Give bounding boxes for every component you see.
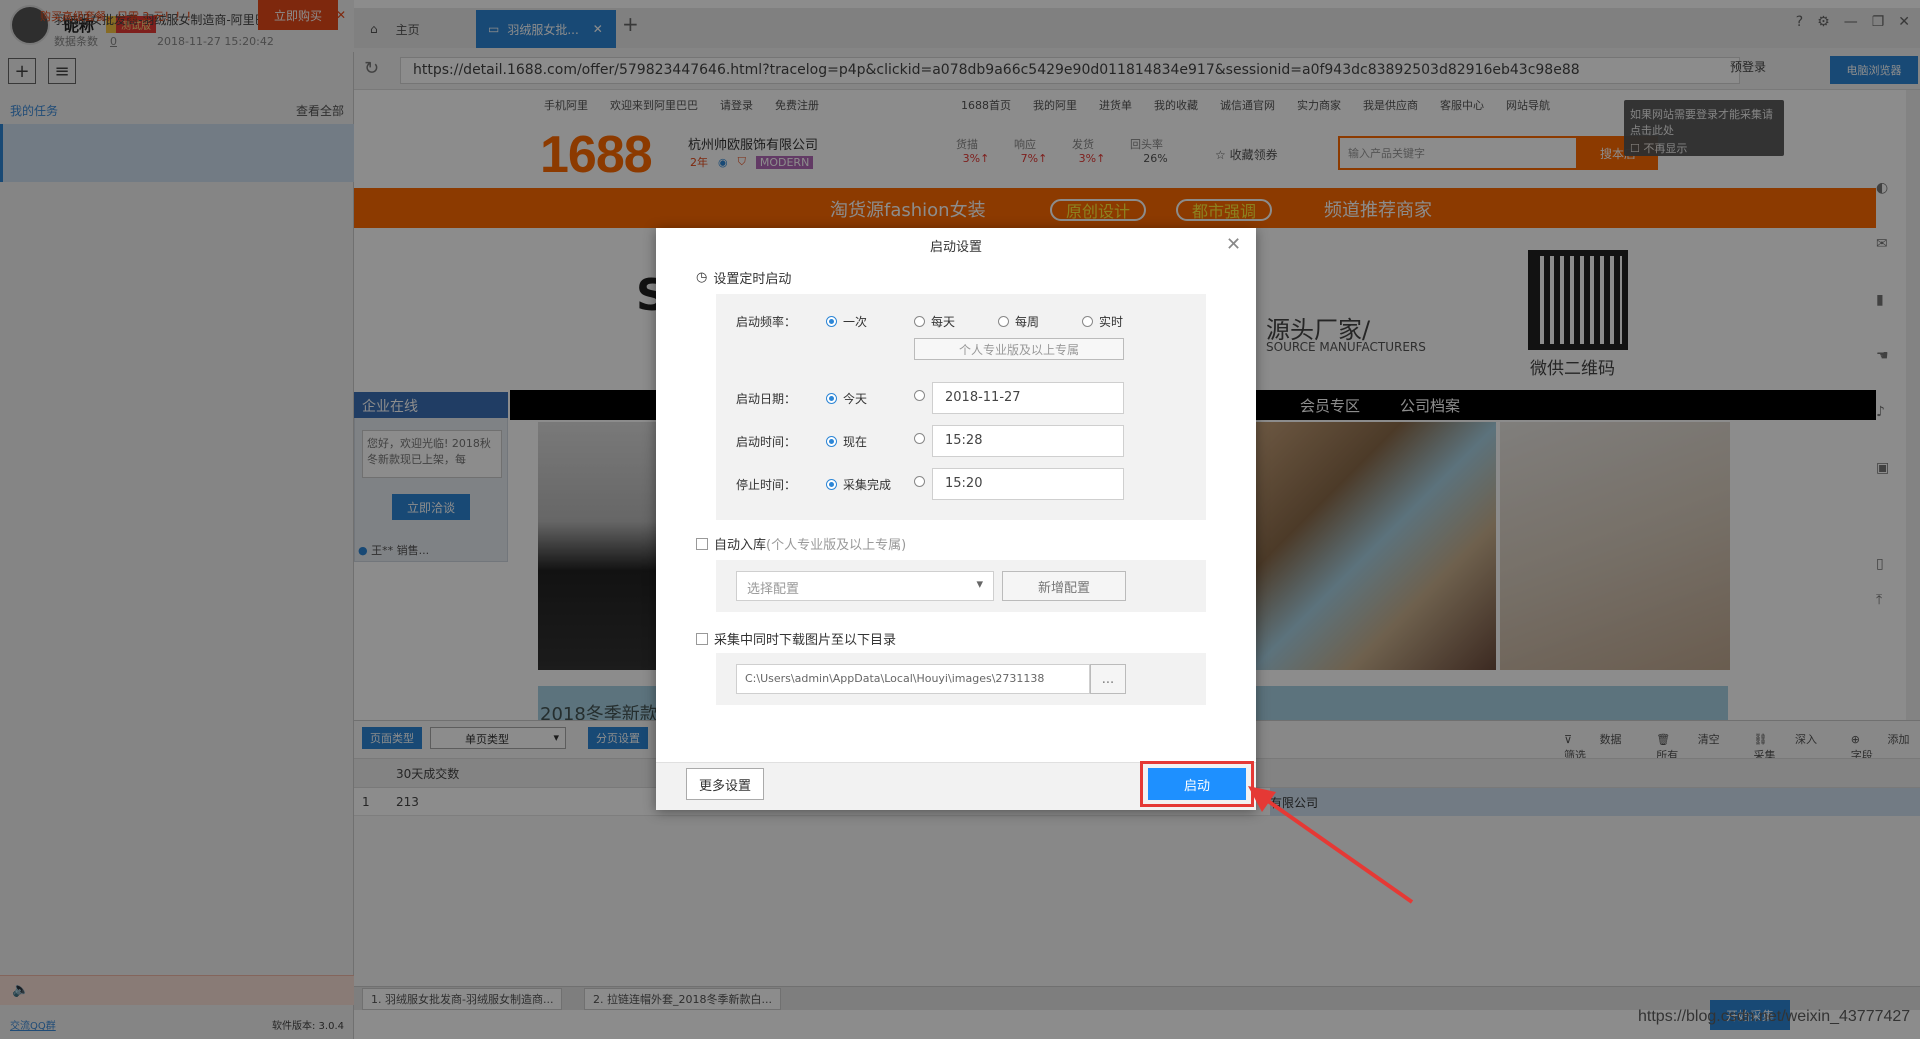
- watermark: https://blog.csdn.net/weixin_43777427: [1638, 1008, 1911, 1025]
- start-time-input[interactable]: 15:28: [932, 425, 1124, 457]
- frequency-label: 启动频率：: [736, 315, 797, 329]
- new-config-button[interactable]: 新增配置: [1002, 571, 1126, 601]
- stop-done-radio[interactable]: 采集完成: [826, 476, 891, 493]
- dialog-title: 启动设置: [929, 240, 982, 255]
- frequency-weekly-radio[interactable]: 每周: [998, 313, 1039, 330]
- schedule-section-title: ◷ 设置定时启动: [696, 270, 792, 287]
- frequency-daily-radio[interactable]: 每天: [914, 313, 955, 330]
- caret-down-icon: ▾: [976, 577, 983, 592]
- time-custom-radio[interactable]: [914, 433, 931, 444]
- date-today-radio[interactable]: 今天: [826, 390, 867, 407]
- more-settings-button[interactable]: 更多设置: [686, 768, 764, 800]
- start-settings-dialog: 启动设置 ✕ ◷ 设置定时启动 启动频率： 一次 每天 每周 实时 个人专业版及…: [656, 228, 1256, 810]
- download-images-checkbox[interactable]: 采集中同时下载图片至以下目录: [696, 629, 896, 648]
- time-now-radio[interactable]: 现在: [826, 433, 867, 450]
- select-config-dropdown[interactable]: 选择配置 ▾: [736, 571, 994, 601]
- auto-store-checkbox[interactable]: 自动入库 (个人专业版及以上专属): [696, 534, 906, 553]
- stop-time-label: 停止时间：: [736, 478, 797, 492]
- date-label: 启动日期：: [736, 392, 797, 406]
- start-time-label: 启动时间：: [736, 435, 797, 449]
- pro-only-note: 个人专业版及以上专属: [914, 338, 1124, 360]
- clock-icon: ◷: [696, 270, 708, 285]
- close-icon[interactable]: ✕: [1226, 234, 1241, 255]
- frequency-once-radio[interactable]: 一次: [826, 313, 867, 330]
- date-input[interactable]: 2018-11-27: [932, 382, 1124, 414]
- browse-button[interactable]: ...: [1090, 664, 1126, 694]
- annotation-arrow: [1248, 786, 1414, 904]
- date-custom-radio[interactable]: [914, 390, 931, 401]
- stop-custom-radio[interactable]: [914, 476, 931, 487]
- stop-time-input[interactable]: 15:20: [932, 468, 1124, 500]
- image-path-input[interactable]: C:\Users\admin\AppData\Local\Houyi\image…: [736, 664, 1090, 694]
- start-button[interactable]: 启动: [1148, 768, 1246, 800]
- frequency-realtime-radio[interactable]: 实时: [1082, 313, 1123, 330]
